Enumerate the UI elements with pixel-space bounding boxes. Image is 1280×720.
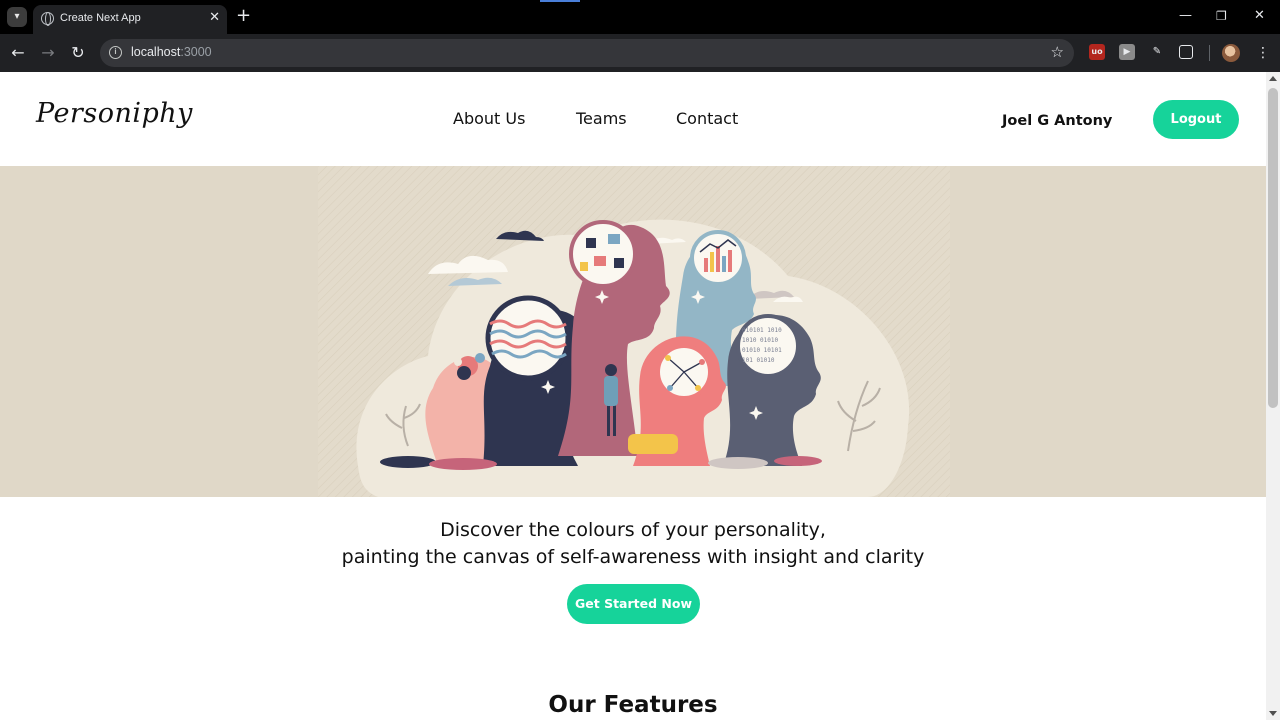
tab-strip-indicator — [540, 0, 580, 2]
tagline-line-2: painting the canvas of self-awareness wi… — [341, 546, 925, 568]
address-bar[interactable]: i localhost:3000 ☆ — [100, 39, 1074, 67]
extension-icon[interactable]: ▶ — [1119, 44, 1135, 60]
browser-toolbar: ← → ↻ i localhost:3000 ☆ uo ▶ ✎ — [0, 34, 1280, 72]
nav-contact[interactable]: Contact — [676, 109, 738, 128]
features-heading: Our Features — [548, 692, 718, 718]
nav-about-us[interactable]: About Us — [453, 109, 525, 128]
close-icon[interactable]: ✕ — [209, 10, 220, 26]
maximize-icon[interactable]: ❐ — [1216, 8, 1227, 24]
reload-icon[interactable]: ↻ — [68, 43, 88, 63]
logout-button[interactable]: Logout — [1153, 100, 1239, 139]
profile-avatar[interactable] — [1222, 44, 1240, 62]
star-icon[interactable]: ☆ — [1051, 43, 1064, 61]
toolbar-separator — [1209, 45, 1210, 61]
plus-icon[interactable]: + — [236, 7, 251, 25]
url-text[interactable]: localhost:3000 — [131, 45, 212, 59]
kebab-menu-icon[interactable]: ⋮ — [1256, 44, 1270, 62]
tab-title: Create Next App — [60, 12, 141, 24]
svg-text:01010 10101: 01010 10101 — [742, 347, 782, 354]
globe-icon — [41, 12, 54, 26]
get-started-button[interactable]: Get Started Now — [567, 584, 700, 624]
back-arrow-icon[interactable]: ← — [8, 43, 28, 63]
scroll-up-arrow-icon[interactable] — [1269, 76, 1277, 81]
forward-arrow-icon[interactable]: → — [38, 43, 58, 63]
page-scrollbar[interactable] — [1266, 72, 1280, 720]
svg-text:010101 1010: 010101 1010 — [742, 327, 782, 334]
scroll-down-arrow-icon[interactable] — [1269, 711, 1277, 716]
nav-teams[interactable]: Teams — [576, 109, 627, 128]
info-icon[interactable]: i — [109, 46, 122, 59]
hero-banner: 010101 1010 1010 01010 01010 10101 101 010… — [0, 166, 1266, 497]
site-logo[interactable]: Personiphy — [36, 98, 193, 129]
minimize-icon[interactable]: — — [1179, 8, 1192, 24]
browser-tab[interactable]: Create Next App ✕ — [33, 5, 227, 34]
window-close-icon[interactable]: ✕ — [1254, 8, 1265, 24]
svg-text:101 01010: 101 01010 — [742, 357, 775, 364]
tab-search-icon[interactable]: ▾ — [7, 7, 27, 27]
personality-heads-illustration: 010101 1010 1010 01010 01010 10101 101 010… — [318, 166, 950, 497]
browser-tabstrip: ▾ Create Next App ✕ + — ❐ ✕ — [0, 0, 1280, 34]
scroll-thumb[interactable] — [1268, 88, 1278, 408]
page-viewport: Personiphy About Us Teams Contact Joel G… — [0, 72, 1266, 720]
svg-text:1010 01010: 1010 01010 — [742, 337, 779, 344]
tagline-line-1: Discover the colours of your personality… — [440, 519, 826, 541]
site-header: Personiphy About Us Teams Contact Joel G… — [0, 72, 1266, 166]
user-name: Joel G Antony — [1002, 113, 1113, 129]
eyedropper-icon[interactable]: ✎ — [1149, 44, 1165, 60]
ublock-icon[interactable]: uo — [1089, 44, 1105, 60]
puzzle-icon[interactable] — [1179, 45, 1193, 59]
